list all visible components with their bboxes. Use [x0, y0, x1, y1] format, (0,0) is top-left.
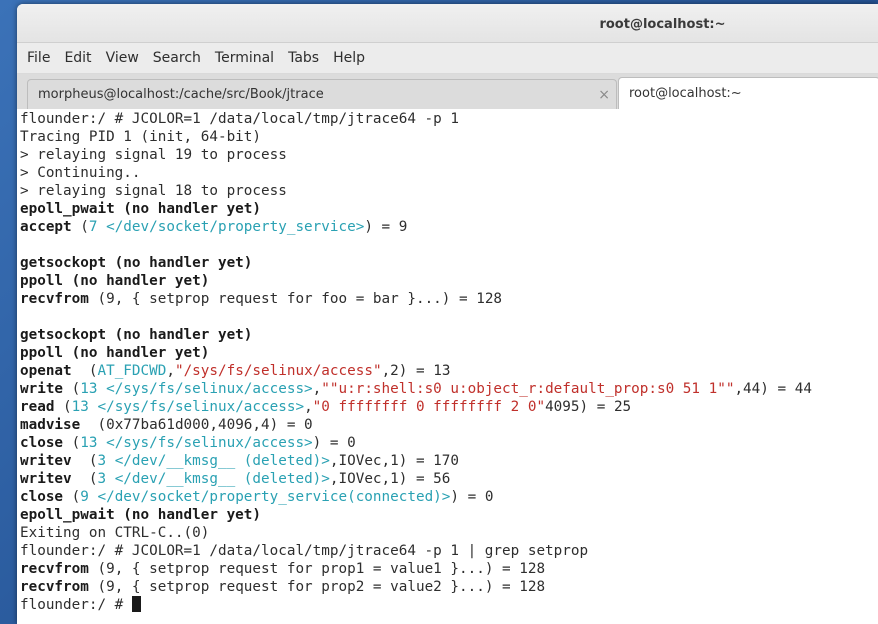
- syscall-name: writev: [20, 471, 72, 487]
- terminal-line: > relaying signal 19 to process: [20, 147, 287, 163]
- syscall-name: writev: [20, 453, 72, 469]
- syscall-args: (: [63, 435, 81, 451]
- terminal-line: recvfrom (9, { setprop request for prop1…: [20, 560, 878, 578]
- syscall-args: ,IOVec,1) = 56: [329, 471, 451, 487]
- syscall-args: ) = 0: [312, 435, 356, 451]
- terminal-line: close (9 </dev/socket/property_service(c…: [20, 488, 878, 506]
- syscall-name: openat: [20, 363, 72, 379]
- terminal-line: write (13 </sys/fs/selinux/access>,""u:r…: [20, 380, 878, 398]
- syscall-args: (0x77ba61d000,4096,4) = 0: [80, 417, 313, 433]
- fd-annotation: AT_FDCWD: [97, 363, 167, 379]
- syscall-args: ) = 9: [364, 219, 408, 235]
- syscall-name: close: [20, 435, 64, 451]
- syscall-args: (: [63, 381, 81, 397]
- fd-annotation: 7 </dev/socket/property_service>: [88, 219, 365, 235]
- menu-search[interactable]: Search: [147, 43, 207, 74]
- syscall-args: ,: [304, 399, 313, 415]
- fd-annotation: 3 </dev/__kmsg__ (deleted)>: [97, 453, 330, 469]
- syscall-args: ,44) = 44: [734, 381, 812, 397]
- terminal-line: accept (7 </dev/socket/property_service>…: [20, 218, 878, 236]
- syscall-args: (9, { setprop request for prop2 = value2…: [88, 579, 546, 595]
- terminal-line: epoll_pwait (no handler yet): [20, 201, 262, 217]
- syscall-name: read: [20, 399, 55, 415]
- syscall-name: accept: [20, 219, 72, 235]
- syscall-name: close: [20, 489, 64, 505]
- syscall-args: (9, { setprop request for prop1 = value1…: [88, 561, 546, 577]
- fd-annotation: 13 </sys/fs/selinux/access>: [71, 399, 305, 415]
- syscall-args: ,2) = 13: [381, 363, 451, 379]
- terminal-line: madvise (0x77ba61d000,4096,4) = 0: [20, 416, 878, 434]
- terminal-line: writev (3 </dev/__kmsg__ (deleted)>,IOVe…: [20, 452, 878, 470]
- fd-annotation: 13 </sys/fs/selinux/access>: [80, 381, 313, 397]
- tab-morpheus[interactable]: morpheus@localhost:/cache/src/Book/jtrac…: [27, 79, 617, 110]
- window-titlebar[interactable]: root@localhost:~: [17, 4, 878, 43]
- text-cursor: [131, 596, 141, 612]
- syscall-args: (: [71, 471, 98, 487]
- syscall-name: recvfrom: [20, 291, 89, 307]
- string-arg: ""u:r:shell:s0 u:object_r:default_prop:s…: [321, 381, 735, 397]
- syscall-args: (: [63, 489, 81, 505]
- menu-tabs[interactable]: Tabs: [282, 43, 325, 74]
- terminal-line: openat (AT_FDCWD,"/sys/fs/selinux/access…: [20, 362, 878, 380]
- fd-annotation: 9 </dev/socket/property_service(connecte…: [80, 489, 451, 505]
- terminal-line: ppoll (no handler yet): [20, 273, 210, 289]
- syscall-args: 4095) = 25: [545, 399, 632, 415]
- menu-help[interactable]: Help: [327, 43, 371, 74]
- syscall-name: madvise: [20, 417, 81, 433]
- terminal-line: flounder:/ # JCOLOR=1 /data/local/tmp/jt…: [20, 111, 459, 127]
- terminal-line: getsockopt (no handler yet): [20, 327, 253, 343]
- syscall-name: recvfrom: [20, 579, 89, 595]
- fd-annotation: 3 </dev/__kmsg__ (deleted)>: [97, 471, 330, 487]
- terminal-line: ppoll (no handler yet): [20, 345, 210, 361]
- terminal-line: > relaying signal 18 to process: [20, 183, 287, 199]
- terminal-line: Tracing PID 1 (init, 64-bit): [20, 129, 262, 145]
- string-arg: "0 ffffffff 0 ffffffff 2 0": [312, 399, 546, 415]
- tab-label: morpheus@localhost:/cache/src/Book/jtrac…: [38, 87, 324, 102]
- terminal-line: read (13 </sys/fs/selinux/access>,"0 fff…: [20, 398, 878, 416]
- fd-annotation: 13 </sys/fs/selinux/access>: [80, 435, 313, 451]
- window-title: root@localhost:~: [599, 17, 726, 32]
- terminal-line: getsockopt (no handler yet): [20, 255, 253, 271]
- syscall-name: recvfrom: [20, 561, 89, 577]
- tab-root[interactable]: root@localhost:~: [618, 77, 878, 110]
- syscall-args: ,: [166, 363, 175, 379]
- terminal-line: flounder:/ #: [20, 596, 878, 614]
- terminal-output[interactable]: flounder:/ # JCOLOR=1 /data/local/tmp/jt…: [17, 109, 878, 624]
- syscall-name: write: [20, 381, 64, 397]
- tab-label: root@localhost:~: [629, 86, 742, 101]
- menu-terminal[interactable]: Terminal: [209, 43, 280, 74]
- string-arg: "/sys/fs/selinux/access": [174, 363, 382, 379]
- terminal-line: writev (3 </dev/__kmsg__ (deleted)>,IOVe…: [20, 470, 878, 488]
- syscall-args: ) = 0: [450, 489, 494, 505]
- terminal-line: epoll_pwait (no handler yet): [20, 507, 262, 523]
- tab-bar: morpheus@localhost:/cache/src/Book/jtrac…: [17, 74, 878, 110]
- menu-bar: File Edit View Search Terminal Tabs Help: [17, 43, 878, 74]
- syscall-args: (: [71, 363, 98, 379]
- terminal-line: recvfrom (9, { setprop request for prop2…: [20, 578, 878, 596]
- terminal-line: close (13 </sys/fs/selinux/access>) = 0: [20, 434, 878, 452]
- syscall-args: (: [71, 453, 98, 469]
- syscall-args: ,IOVec,1) = 170: [329, 453, 460, 469]
- terminal-line: flounder:/ # JCOLOR=1 /data/local/tmp/jt…: [20, 543, 589, 559]
- terminal-window[interactable]: root@localhost:~ File Edit View Search T…: [17, 4, 878, 624]
- menu-file[interactable]: File: [21, 43, 56, 74]
- terminal-line: Exiting on CTRL-C..(0): [20, 525, 210, 541]
- syscall-args: ,: [312, 381, 322, 397]
- menu-edit[interactable]: Edit: [58, 43, 97, 74]
- menu-view[interactable]: View: [100, 43, 145, 74]
- close-icon[interactable]: ×: [598, 80, 610, 110]
- syscall-args: (9, { setprop request for foo = bar }...…: [88, 291, 503, 307]
- syscall-args: (: [54, 399, 72, 415]
- terminal-line: > Continuing..: [20, 165, 141, 181]
- syscall-args: (: [71, 219, 89, 235]
- terminal-line: recvfrom (9, { setprop request for foo =…: [20, 290, 878, 308]
